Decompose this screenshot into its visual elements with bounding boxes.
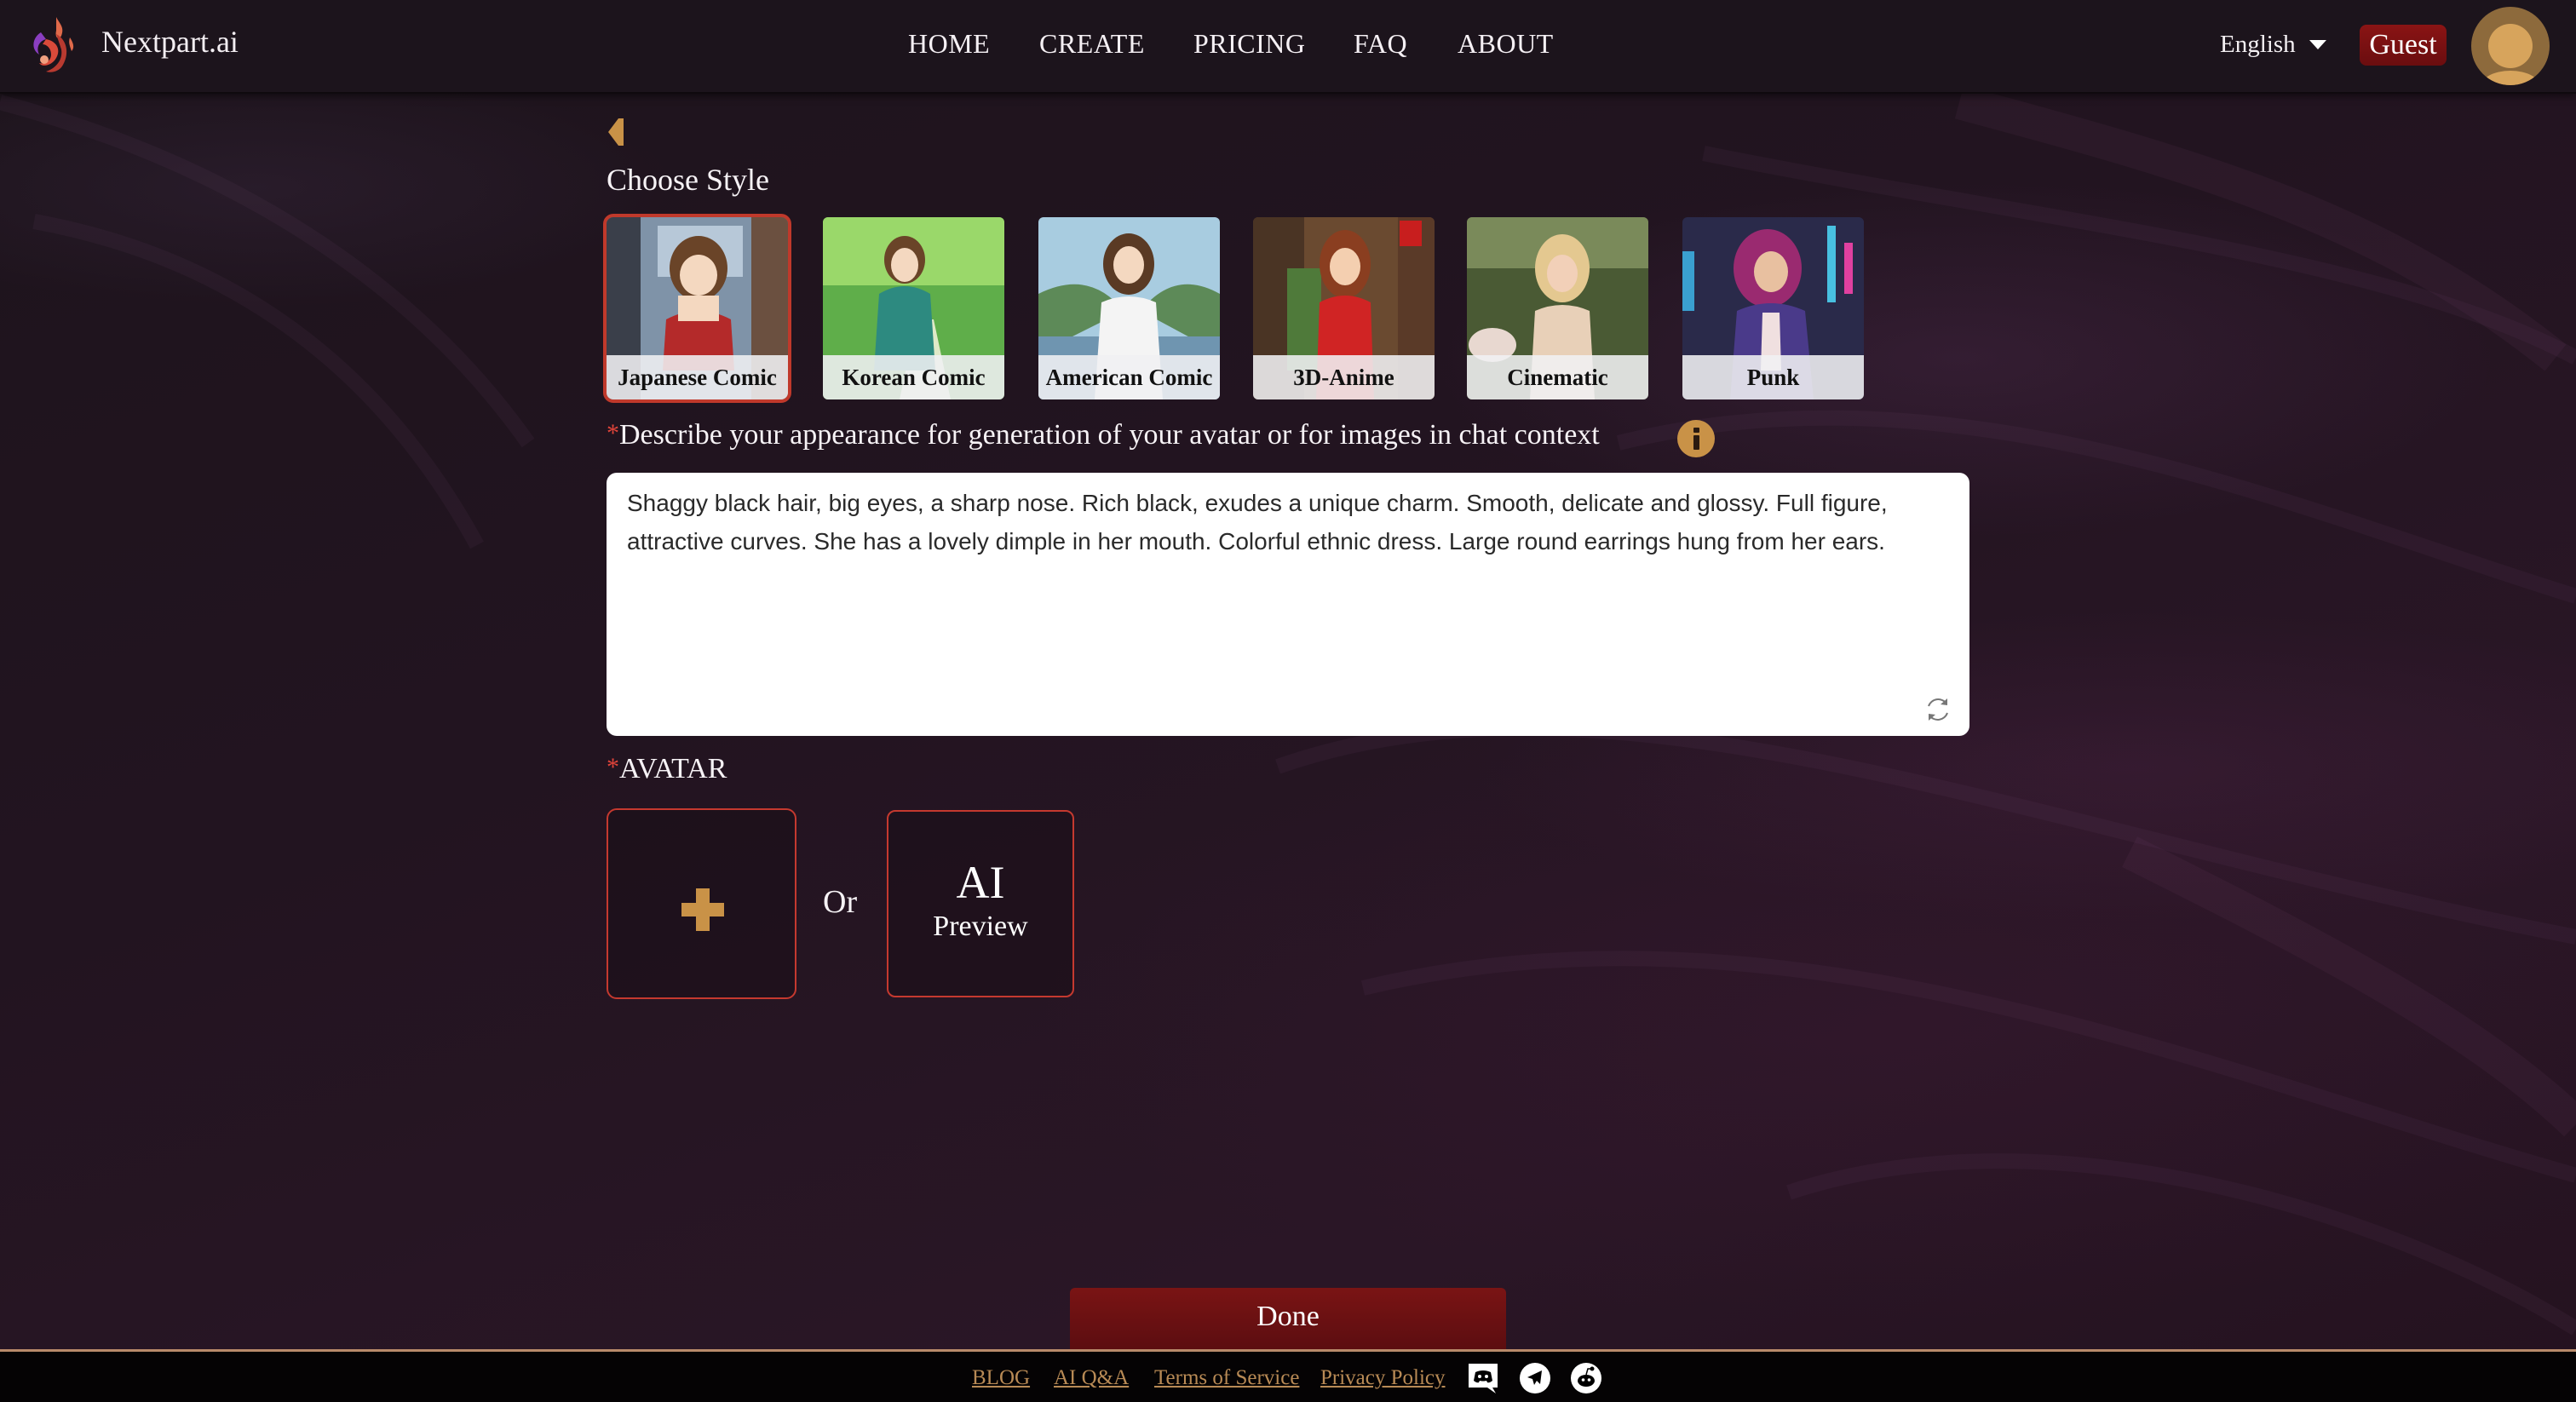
avatar-label: *AVATAR [607, 753, 727, 785]
preview-label: Preview [933, 911, 1028, 942]
avatar-label-text: AVATAR [619, 753, 727, 784]
description-field: Shaggy black hair, big eyes, a sharp nos… [607, 473, 1969, 736]
main-nav: HOME CREATE PRICING FAQ ABOUT [0, 28, 2576, 66]
nav-pricing[interactable]: PRICING [1193, 28, 1306, 60]
nav-about[interactable]: ABOUT [1458, 28, 1554, 60]
style-card-japanese-comic[interactable]: Japanese Comic [603, 214, 791, 403]
upload-avatar-button[interactable] [607, 808, 796, 999]
required-mark: * [607, 753, 619, 781]
description-label-text: Describe your appearance for generation … [619, 419, 1600, 451]
description-textarea[interactable]: Shaggy black hair, big eyes, a sharp nos… [607, 473, 1969, 736]
user-avatar-icon[interactable] [2471, 7, 2550, 85]
footer-link-privacy[interactable]: Privacy Policy [1320, 1366, 1446, 1390]
style-label: American Comic [1038, 355, 1220, 399]
nav-home[interactable]: HOME [908, 28, 990, 60]
telegram-icon[interactable] [1519, 1362, 1551, 1394]
language-label: English [2220, 31, 2296, 58]
top-navbar: Nextpart.ai HOME CREATE PRICING FAQ ABOU… [0, 0, 2576, 94]
nav-faq[interactable]: FAQ [1354, 28, 1407, 60]
style-label: Japanese Comic [607, 355, 788, 399]
guest-button[interactable]: Guest [2360, 25, 2447, 66]
done-button[interactable]: Done [1070, 1288, 1506, 1353]
nav-create[interactable]: CREATE [1039, 28, 1145, 60]
avatar-head [2488, 24, 2533, 68]
back-arrow-icon[interactable] [607, 117, 627, 147]
style-card-cinematic[interactable]: Cinematic [1467, 217, 1648, 399]
footer-link-ai-qa[interactable]: AI Q&A [1054, 1366, 1129, 1390]
style-card-korean-comic[interactable]: Korean Comic [823, 217, 1004, 399]
info-icon[interactable] [1677, 420, 1715, 457]
style-card-3d-anime[interactable]: 3D-Anime [1253, 217, 1435, 399]
choose-style-title: Choose Style [607, 163, 770, 197]
style-label: Cinematic [1467, 355, 1648, 399]
style-label: Korean Comic [823, 355, 1004, 399]
footer: BLOG AI Q&A Terms of Service Privacy Pol… [0, 1349, 2576, 1402]
required-mark: * [607, 419, 619, 447]
discord-icon[interactable] [1467, 1362, 1499, 1394]
or-text: Or [823, 884, 858, 920]
style-label: Punk [1682, 355, 1864, 399]
footer-link-terms[interactable]: Terms of Service [1154, 1366, 1299, 1390]
ai-label: AI [956, 857, 1005, 908]
style-card-punk[interactable]: Punk [1682, 217, 1864, 399]
description-label: *Describe your appearance for generation… [607, 419, 1600, 451]
avatar-body [2480, 71, 2541, 85]
caret-down-icon [2309, 40, 2326, 49]
language-select[interactable]: English [2220, 31, 2326, 59]
ai-preview-button[interactable]: AI Preview [887, 810, 1074, 997]
footer-link-blog[interactable]: BLOG [972, 1366, 1030, 1390]
style-label: 3D-Anime [1253, 355, 1435, 399]
reddit-icon[interactable] [1570, 1362, 1602, 1394]
plus-icon [681, 888, 724, 931]
refresh-icon[interactable] [1923, 695, 1952, 724]
style-card-american-comic[interactable]: American Comic [1038, 217, 1220, 399]
